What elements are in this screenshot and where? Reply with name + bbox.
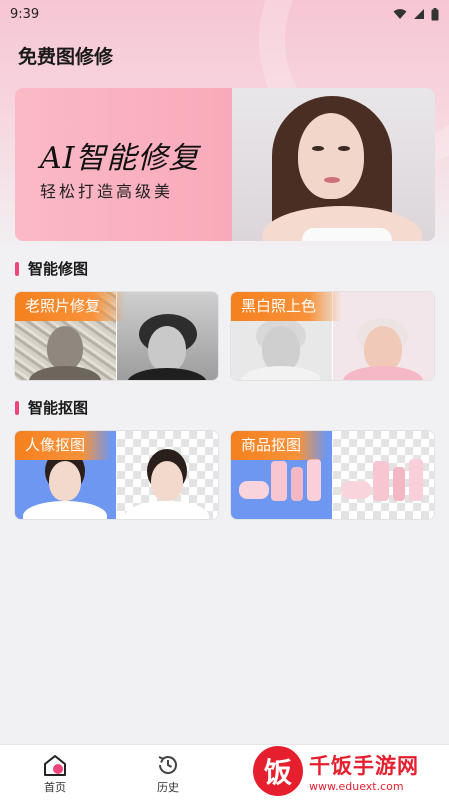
watermark-url: www.eduext.com (309, 779, 404, 793)
card-label: 黑白照上色 (231, 292, 343, 321)
wifi-icon (393, 9, 407, 19)
section-title-text: 智能修图 (28, 260, 89, 278)
card-old-photo-restore[interactable]: 老照片修复 (15, 292, 218, 380)
card-label: 人像抠图 (15, 431, 112, 460)
section-title-smart-cutout: 智能抠图 (15, 397, 88, 418)
after-image (333, 292, 434, 380)
status-time: 9:39 (10, 6, 40, 22)
card-portrait-cutout[interactable]: 人像抠图 (15, 431, 218, 519)
history-icon (158, 756, 177, 774)
battery-icon (431, 7, 439, 20)
section-marker (15, 400, 19, 415)
banner-title: AI智能修复 (40, 141, 200, 176)
card-product-cutout[interactable]: 商品抠图 (231, 431, 434, 519)
nav-label: 首页 (44, 781, 66, 794)
card-colorize-photo[interactable]: 黑白照上色 (231, 292, 434, 380)
watermark-name: 千饭手游网 (309, 753, 419, 778)
watermark: 饭 千饭手游网 www.eduext.com (253, 742, 449, 800)
watermark-logo: 饭 (253, 746, 303, 796)
status-bar: 9:39 (0, 0, 449, 28)
card-label: 老照片修复 (15, 292, 127, 321)
nav-home[interactable]: 首页 (30, 751, 80, 795)
banner-portrait (232, 88, 435, 241)
card-label: 商品抠图 (231, 431, 328, 460)
signal-icon (414, 9, 424, 19)
after-image (117, 431, 218, 519)
nav-label: 历史 (157, 781, 179, 794)
section-title-text: 智能抠图 (28, 399, 89, 417)
banner-subtitle: 轻松打造高级美 (40, 182, 174, 201)
promo-banner[interactable]: AI智能修复 轻松打造高级美 (15, 88, 435, 241)
after-image (333, 431, 434, 519)
home-icon (44, 755, 66, 776)
section-title-smart-retouch: 智能修图 (15, 258, 88, 279)
after-image (117, 292, 218, 380)
app-title: 免费图修修 (18, 46, 114, 68)
section-marker (15, 261, 19, 276)
nav-history[interactable]: 历史 (143, 751, 193, 795)
